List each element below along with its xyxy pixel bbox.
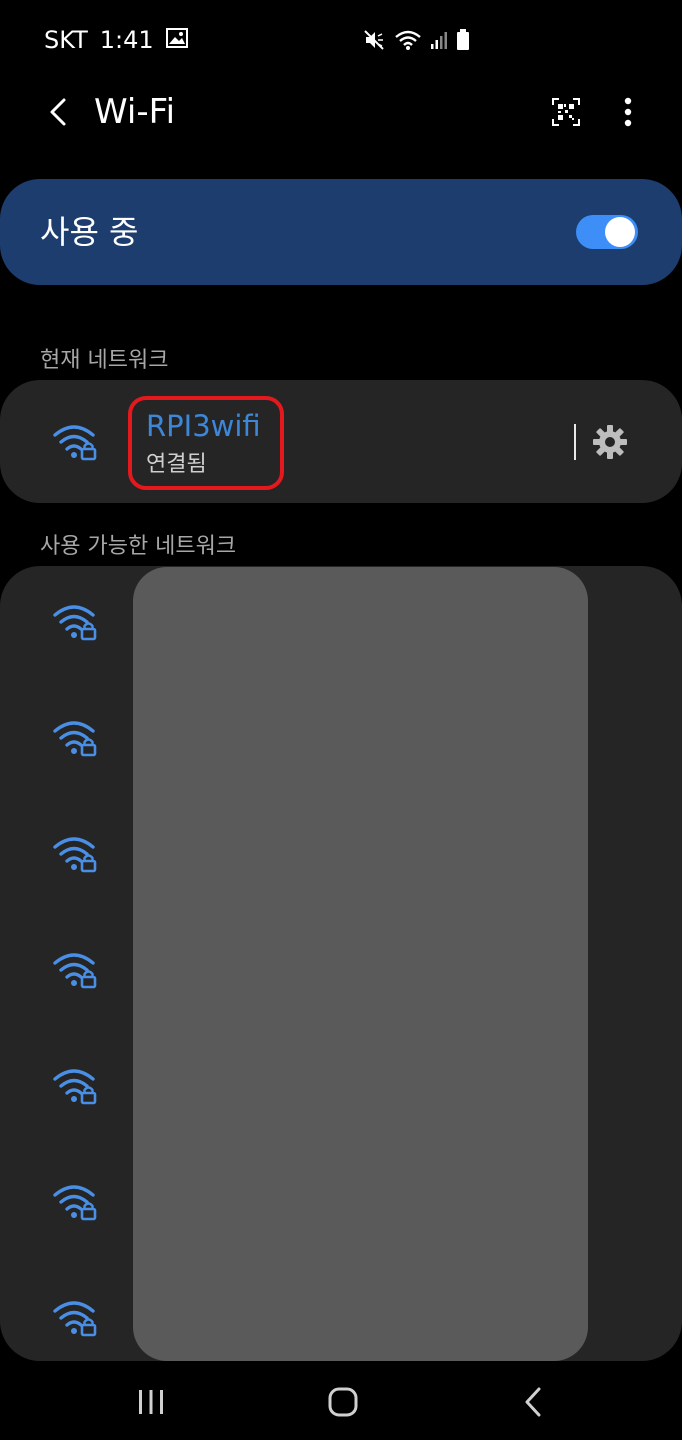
available-networks-header: 사용 가능한 네트워크 bbox=[40, 534, 237, 559]
status-bar: SKT 1:41 bbox=[0, 0, 682, 80]
clock: 1:41 bbox=[99, 26, 154, 54]
network-list-item-1-wifi-lock-icon[interactable] bbox=[52, 602, 98, 642]
master-toggle-label: 사용 중 bbox=[40, 213, 139, 251]
battery-icon bbox=[456, 29, 470, 55]
cellular-signal-icon bbox=[430, 30, 448, 54]
page-title: Wi-Fi bbox=[94, 92, 176, 132]
chevron-left-icon bbox=[50, 98, 66, 126]
wifi-lock-icon bbox=[52, 422, 98, 462]
more-options-button[interactable] bbox=[610, 92, 646, 132]
current-network-card[interactable] bbox=[0, 380, 682, 503]
annotation-highlight-box bbox=[128, 396, 284, 490]
back-button[interactable] bbox=[36, 90, 80, 134]
home-icon bbox=[328, 1387, 358, 1417]
mute-icon bbox=[362, 28, 386, 56]
nav-back-button[interactable] bbox=[508, 1380, 558, 1424]
status-left: SKT 1:41 bbox=[44, 26, 188, 54]
wifi-signal-icon bbox=[394, 29, 422, 55]
current-network-header: 현재 네트워크 bbox=[40, 348, 169, 373]
redacted-network-names-overlay bbox=[133, 567, 588, 1361]
status-right bbox=[362, 28, 470, 56]
chevron-left-icon bbox=[525, 1387, 541, 1417]
wifi-settings-screen: SKT 1:41 Wi-Fi 사용 중 현재 네트워크 RPI3wifi 연결됨… bbox=[0, 0, 682, 1440]
qr-code-button[interactable] bbox=[546, 92, 586, 132]
recent-apps-button[interactable] bbox=[126, 1380, 176, 1424]
qr-code-icon bbox=[552, 98, 580, 126]
network-list-item-3-wifi-lock-icon[interactable] bbox=[52, 834, 98, 874]
carrier-label: SKT bbox=[44, 26, 88, 54]
network-list-item-7-wifi-lock-icon[interactable] bbox=[52, 1298, 98, 1338]
wifi-toggle-switch[interactable] bbox=[576, 215, 638, 249]
gear-icon bbox=[593, 425, 627, 459]
network-list-item-5-wifi-lock-icon[interactable] bbox=[52, 1066, 98, 1106]
vertical-divider bbox=[574, 424, 576, 460]
network-list-item-4-wifi-lock-icon[interactable] bbox=[52, 950, 98, 990]
home-button[interactable] bbox=[318, 1380, 368, 1424]
system-navigation-bar bbox=[0, 1362, 682, 1440]
more-vertical-icon bbox=[624, 97, 632, 127]
network-list-item-6-wifi-lock-icon[interactable] bbox=[52, 1182, 98, 1222]
app-header: Wi-Fi bbox=[0, 80, 682, 150]
network-list-item-2-wifi-lock-icon[interactable] bbox=[52, 718, 98, 758]
gallery-notification-icon bbox=[165, 26, 188, 54]
network-settings-button[interactable] bbox=[590, 422, 630, 462]
toggle-knob bbox=[605, 217, 635, 247]
recent-apps-icon bbox=[139, 1390, 163, 1414]
